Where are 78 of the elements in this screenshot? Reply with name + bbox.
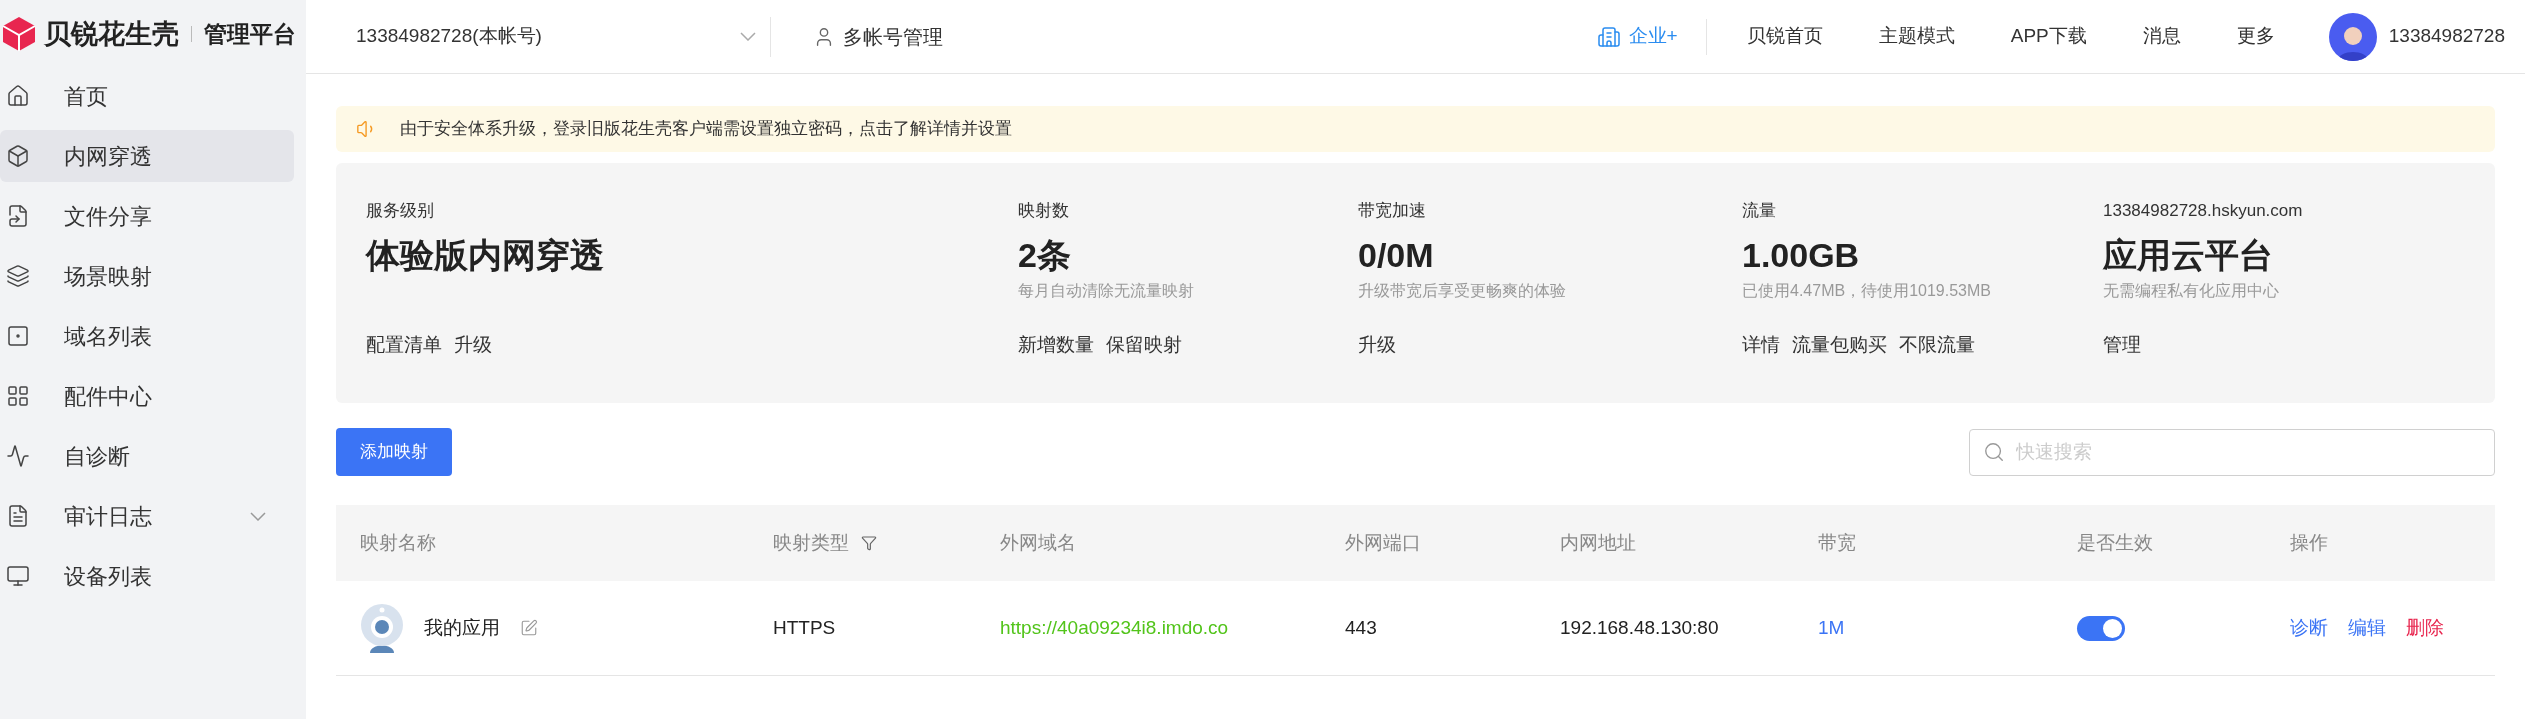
nav-link[interactable]: APP下载 <box>2010 22 2087 51</box>
brand-name: 贝锐花生壳 <box>44 17 179 51</box>
user-name: 13384982728 <box>2388 24 2505 49</box>
nav-link[interactable]: 消息 <box>2142 22 2181 51</box>
sidebar-item[interactable]: 首页 <box>0 70 294 122</box>
logo-icon <box>2 16 36 52</box>
stat-link[interactable]: 管理 <box>2103 331 2141 360</box>
column-header: 映射名称 <box>360 530 436 555</box>
grid-icon <box>6 384 30 408</box>
column-header: 带宽 <box>1818 530 1856 555</box>
stat-label: 映射数 <box>1018 200 1070 222</box>
stat-link[interactable]: 升级 <box>454 331 492 360</box>
stat-note: 已使用4.47MB，待使用1019.53MB <box>1742 282 1991 299</box>
chevron-icon[interactable] <box>740 32 756 41</box>
stat-link[interactable]: 流量包购买 <box>1792 331 1887 360</box>
toggle-switch[interactable] <box>2077 615 2125 641</box>
file-icon <box>6 204 30 228</box>
stat-value: 体验版内网穿透 <box>366 235 605 275</box>
building-icon <box>1596 24 1621 49</box>
sidebar-item[interactable]: 内网穿透 <box>0 130 294 182</box>
stat-link[interactable]: 详情 <box>1742 331 1780 360</box>
sidebar-item[interactable]: 域名列表 <box>0 310 294 362</box>
stat-link[interactable]: 升级 <box>1358 331 1396 360</box>
sidebar-item[interactable]: 配件中心 <box>0 370 294 422</box>
document-icon <box>6 504 30 528</box>
stat-value: 应用云平台 <box>2103 235 2274 275</box>
multi-account-link[interactable]: 多帐号管理 <box>813 21 943 52</box>
stat-value: 0/0M <box>1358 235 1435 275</box>
sidebar-item[interactable]: 审计日志 <box>0 490 294 542</box>
stat-link[interactable]: 配置清单 <box>366 331 442 360</box>
stat-value: 1.00GB <box>1742 235 1861 275</box>
column-header: 外网域名 <box>1000 530 1076 555</box>
stat-note: 升级带宽后享受更畅爽的体验 <box>1358 282 1566 299</box>
stat-value: 2条 <box>1018 235 1072 275</box>
notice-banner[interactable]: 由于安全体系升级，登录旧版花生壳客户端需设置独立密码，点击了解详情并设置 <box>336 106 2495 152</box>
table-cell: 192.168.48.130:80 <box>1560 616 1719 638</box>
stat-link[interactable]: 不限流量 <box>1899 331 1975 360</box>
account-select[interactable]: 13384982728(本帐号) <box>356 22 756 51</box>
monitor-icon <box>6 564 30 588</box>
home-icon <box>6 84 30 108</box>
column-header: 映射类型 <box>773 530 849 555</box>
sidebar-item[interactable]: 场景映射 <box>0 250 294 302</box>
table-cell-text: 我的应用 <box>424 615 500 640</box>
column-header: 外网端口 <box>1345 530 1421 555</box>
nav-link[interactable]: 主题模式 <box>1878 22 1955 51</box>
stat-note: 每月自动清除无流量映射 <box>1018 282 1194 299</box>
cube-icon <box>6 144 30 168</box>
action-link[interactable]: 编辑 <box>2348 613 2386 643</box>
table-cell: 443 <box>1345 616 1377 638</box>
column-header: 是否生效 <box>2077 530 2153 555</box>
table-cell: HTTPS <box>773 616 836 638</box>
column-header: 内网地址 <box>1560 530 1636 555</box>
sidebar-item[interactable]: 文件分享 <box>0 190 294 242</box>
action-link[interactable]: 诊断 <box>2290 613 2328 643</box>
add-mapping-button[interactable]: 添加映射 <box>336 428 452 476</box>
bandwidth-link[interactable]: 1M <box>1818 616 1845 638</box>
square-icon <box>6 324 30 348</box>
stat-link[interactable]: 新增数量 <box>1018 331 1094 360</box>
stat-label: 13384982728.hskyun.com <box>2103 200 2304 222</box>
stat-label: 流量 <box>1742 200 1777 222</box>
sidebar-item[interactable]: 设备列表 <box>0 550 294 602</box>
stat-link[interactable]: 保留映射 <box>1106 331 1182 360</box>
column-header: 操作 <box>2290 530 2328 555</box>
pulse-icon <box>6 444 30 468</box>
platform-title: 管理平台 <box>204 19 296 49</box>
chevron-icon[interactable] <box>250 511 266 521</box>
action-link[interactable]: 删除 <box>2406 613 2444 643</box>
filter-icon[interactable] <box>861 535 877 551</box>
nav-link[interactable]: 更多 <box>2236 22 2275 51</box>
nav-link[interactable]: 贝锐首页 <box>1746 22 1823 51</box>
edit-icon[interactable] <box>520 619 538 637</box>
search-icon <box>1983 440 2005 463</box>
webcam-icon <box>360 603 404 653</box>
stat-note: 无需编程私有化应用中心 <box>2103 282 2279 299</box>
stat-label: 带宽加速 <box>1358 200 1427 222</box>
stat-label: 服务级别 <box>366 200 435 222</box>
sidebar-item[interactable]: 自诊断 <box>0 430 294 482</box>
layers-icon <box>6 264 30 288</box>
